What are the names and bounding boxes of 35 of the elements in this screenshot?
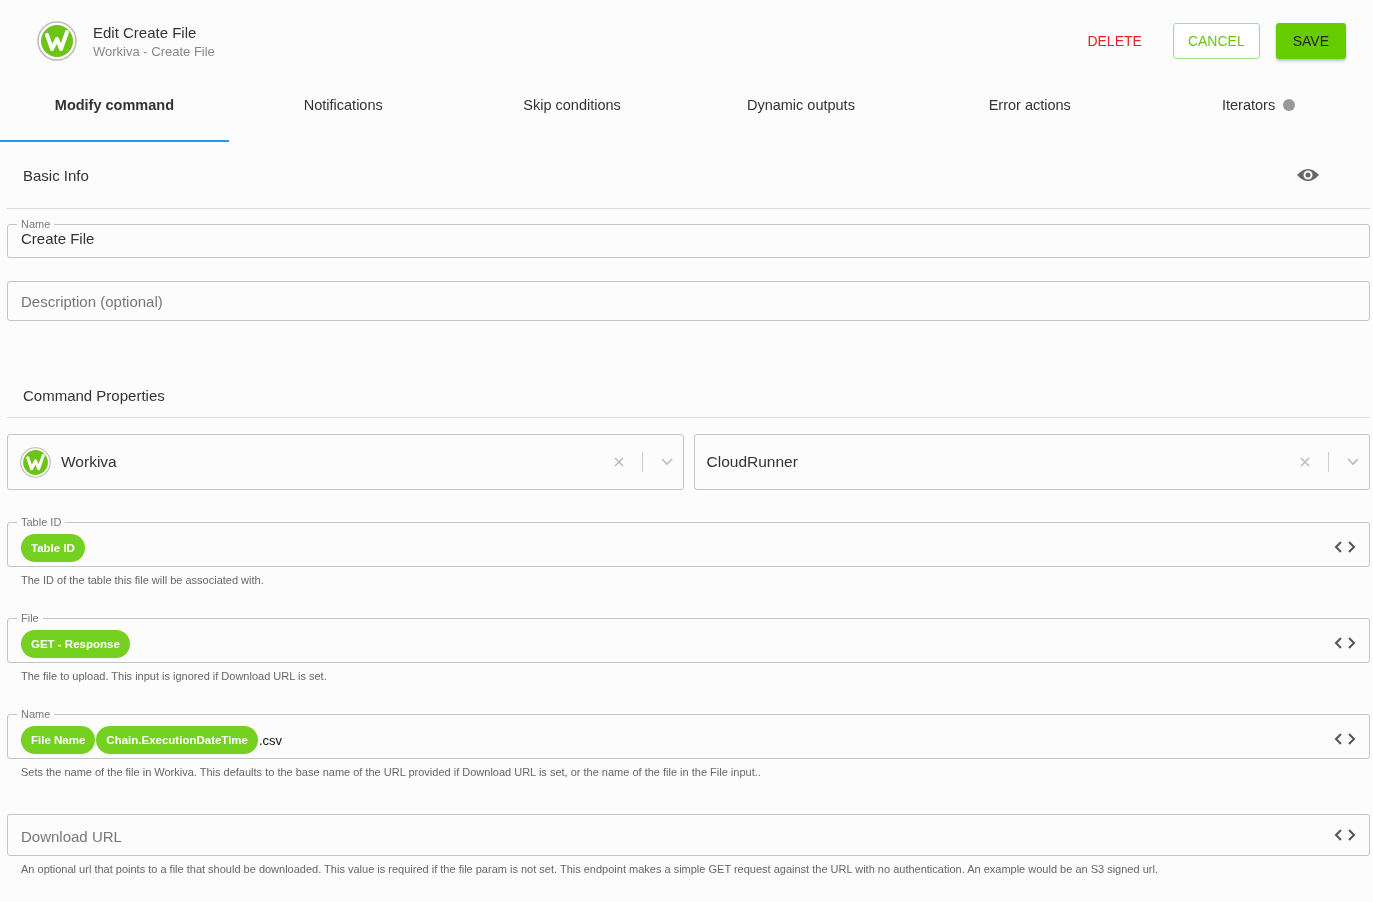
code-icon[interactable]: [1334, 540, 1356, 554]
tab[interactable]: Iterators: [1144, 70, 1373, 142]
help-text: The file to upload. This input is ignored if Download URL is set.: [20, 669, 328, 682]
input-field[interactable]: Table ID Table ID: [7, 516, 1370, 567]
field-label: Table ID: [20, 516, 63, 528]
help-text: Sets the name of the file in Workiva. This defaults to the base name of the URL provided if Download URL is set, or the name of the file in the File input..: [20, 765, 762, 778]
w-logo-icon: [20, 446, 51, 478]
save-button[interactable]: SAVE: [1275, 23, 1346, 59]
field-label: Name: [20, 218, 52, 230]
delete-button[interactable]: DELETE: [1072, 23, 1157, 59]
tab[interactable]: Dynamic outputs: [686, 70, 916, 142]
help-text: An optional url that points to a file that should be downloaded. This value is required if the file param is not set. This endpoint makes a simple GET request against the URL with no authentication. An example would be an S3 signed url.: [20, 862, 1159, 875]
code-icon[interactable]: [1334, 636, 1356, 650]
input-field[interactable]: Download URL: [7, 814, 1370, 856]
code-icon[interactable]: [1334, 828, 1356, 842]
name-field[interactable]: Name Create File: [7, 218, 1370, 258]
page-title: Edit Create File: [93, 23, 198, 41]
w-logo-icon: [37, 21, 77, 61]
input-field[interactable]: File GET - Response: [7, 612, 1370, 663]
code-icon[interactable]: [1334, 732, 1356, 746]
field-value: Create File: [21, 230, 95, 247]
tab[interactable]: Error actions: [915, 70, 1145, 142]
input-field[interactable]: Name File Name Chain.ExecutionDateTime .csv: [7, 708, 1370, 759]
page-subtitle: Workiva - Create File: [93, 43, 216, 59]
field-label: File: [20, 612, 40, 624]
tab[interactable]: Notifications: [228, 70, 458, 142]
eye-icon[interactable]: [1296, 167, 1320, 183]
description-field[interactable]: Description (optional): [7, 281, 1370, 321]
field-text: .csv: [259, 732, 283, 748]
help-text: The ID of the table this file will be associated with.: [20, 573, 265, 586]
section-title: Basic Info: [23, 166, 89, 184]
tab[interactable]: Modify command: [0, 70, 229, 142]
section-title: Command Properties: [23, 386, 165, 404]
tab[interactable]: Skip conditions: [457, 70, 687, 142]
field-label: Name: [20, 708, 52, 720]
